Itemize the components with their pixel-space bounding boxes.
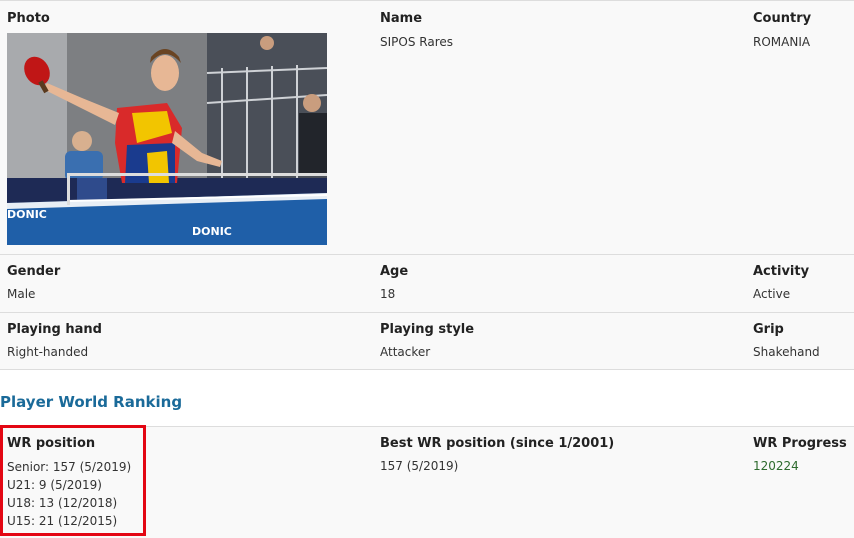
- name-label: Name: [380, 11, 423, 26]
- country-value: ROMANIA: [753, 35, 811, 49]
- activity-value: Active: [753, 287, 791, 301]
- grip-label: Grip: [753, 322, 784, 337]
- grip-value: Shakehand: [753, 345, 820, 359]
- gender-label: Gender: [7, 264, 61, 279]
- ranking-section-title: Player World Ranking: [0, 393, 183, 411]
- gender-value: Male: [7, 287, 36, 301]
- player-photo: DONIC DONIC: [7, 33, 327, 245]
- age-label: Age: [380, 264, 409, 279]
- best-wr-label: Best WR position (since 1/2001): [380, 436, 615, 451]
- hand-value: Right-handed: [7, 345, 89, 359]
- profile-row-photo: Photo Name SIPOS Rares Country ROMANIA D…: [0, 0, 854, 254]
- age-value: 18: [380, 287, 396, 301]
- style-label: Playing style: [380, 322, 475, 337]
- profile-row-basic: Gender Male Age 18 Activity Active: [0, 254, 854, 312]
- wr-progress-label: WR Progress: [753, 436, 847, 451]
- style-value: Attacker: [380, 345, 431, 359]
- table-brand-right: DONIC: [192, 225, 232, 238]
- best-wr-value: 157 (5/2019): [380, 459, 459, 473]
- wr-position-highlight-box: [0, 425, 146, 536]
- photo-label: Photo: [7, 11, 50, 26]
- activity-label: Activity: [753, 264, 810, 279]
- name-value: SIPOS Rares: [380, 35, 454, 49]
- hand-label: Playing hand: [7, 322, 102, 337]
- profile-row-style: Playing hand Right-handed Playing style …: [0, 312, 854, 370]
- table-brand-left: DONIC: [7, 208, 47, 221]
- country-label: Country: [753, 11, 812, 26]
- wr-progress-link[interactable]: 120224: [753, 459, 799, 473]
